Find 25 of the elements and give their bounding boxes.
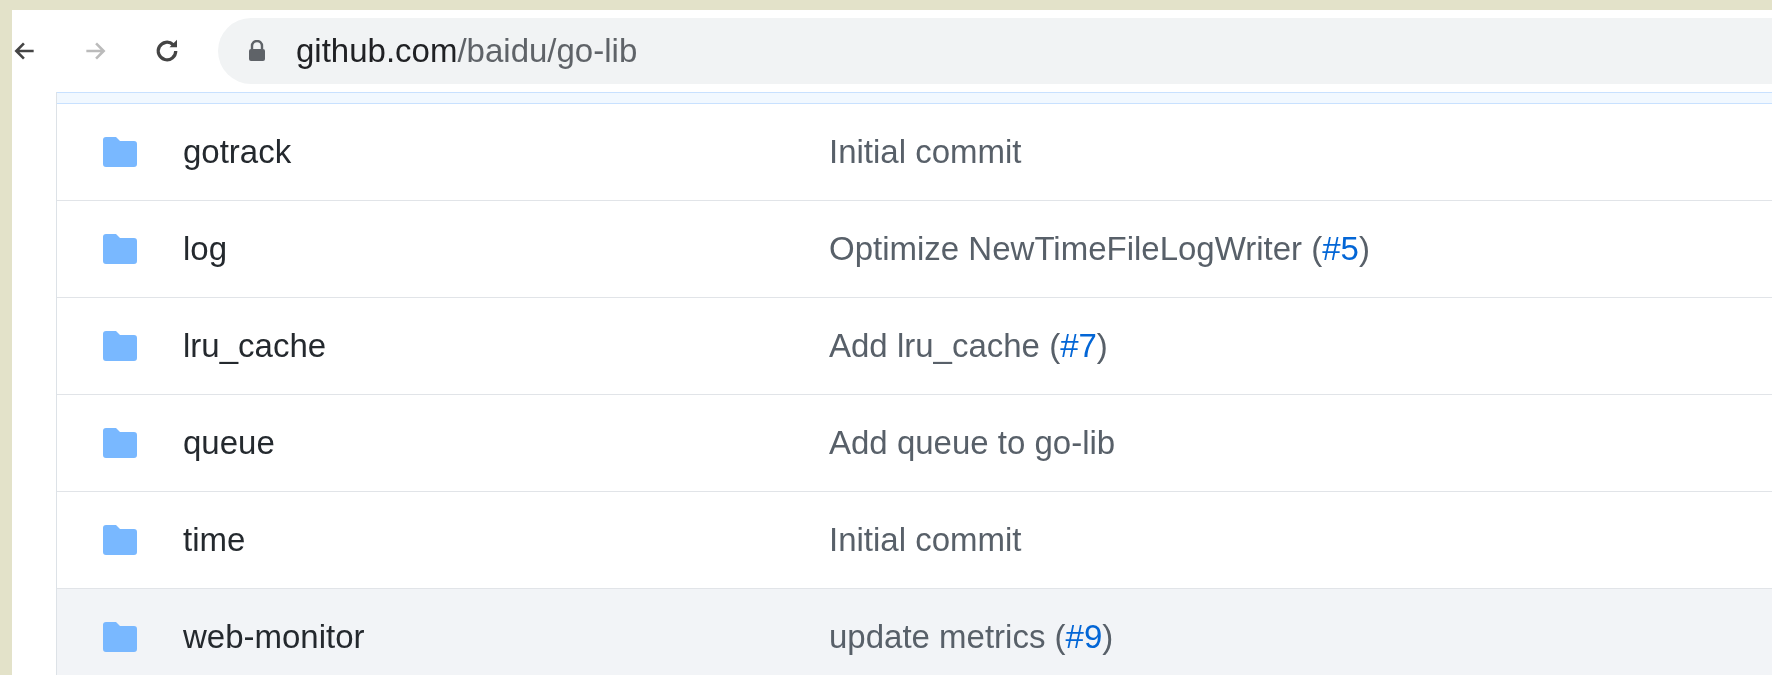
folder-name[interactable]: gotrack (183, 127, 829, 177)
folder-name[interactable]: lru_cache (183, 321, 829, 371)
folder-icon (101, 621, 139, 653)
commit-message: Initial commit (829, 132, 1022, 173)
folder-name[interactable]: log (183, 224, 829, 274)
commit-message: update metrics (#9) (829, 617, 1114, 658)
pull-request-link[interactable]: #7 (1060, 327, 1097, 365)
folder-name[interactable]: queue (183, 418, 829, 468)
file-row[interactable]: web-monitor update metrics (#9) (57, 589, 1772, 675)
lock-icon (248, 40, 266, 62)
folder-name[interactable]: web-monitor (183, 612, 829, 662)
folder-icon (101, 524, 139, 556)
address-bar[interactable]: github.com/baidu/go-lib (218, 18, 1772, 84)
folder-icon (101, 330, 139, 362)
commit-message: Add queue to go-lib (829, 423, 1116, 464)
commit-message: Optimize NewTimeFileLogWriter (#5) (829, 229, 1370, 270)
pull-request-link[interactable]: #5 (1322, 230, 1359, 268)
commit-message: Initial commit (829, 520, 1022, 561)
folder-name[interactable]: time (183, 515, 829, 565)
folder-icon (101, 136, 139, 168)
commit-message: Add lru_cache (#7) (829, 326, 1108, 367)
folder-icon (101, 427, 139, 459)
pull-request-link[interactable]: #9 (1065, 618, 1103, 656)
folder-icon (101, 233, 139, 265)
url-text: github.com/baidu/go-lib (296, 31, 638, 72)
